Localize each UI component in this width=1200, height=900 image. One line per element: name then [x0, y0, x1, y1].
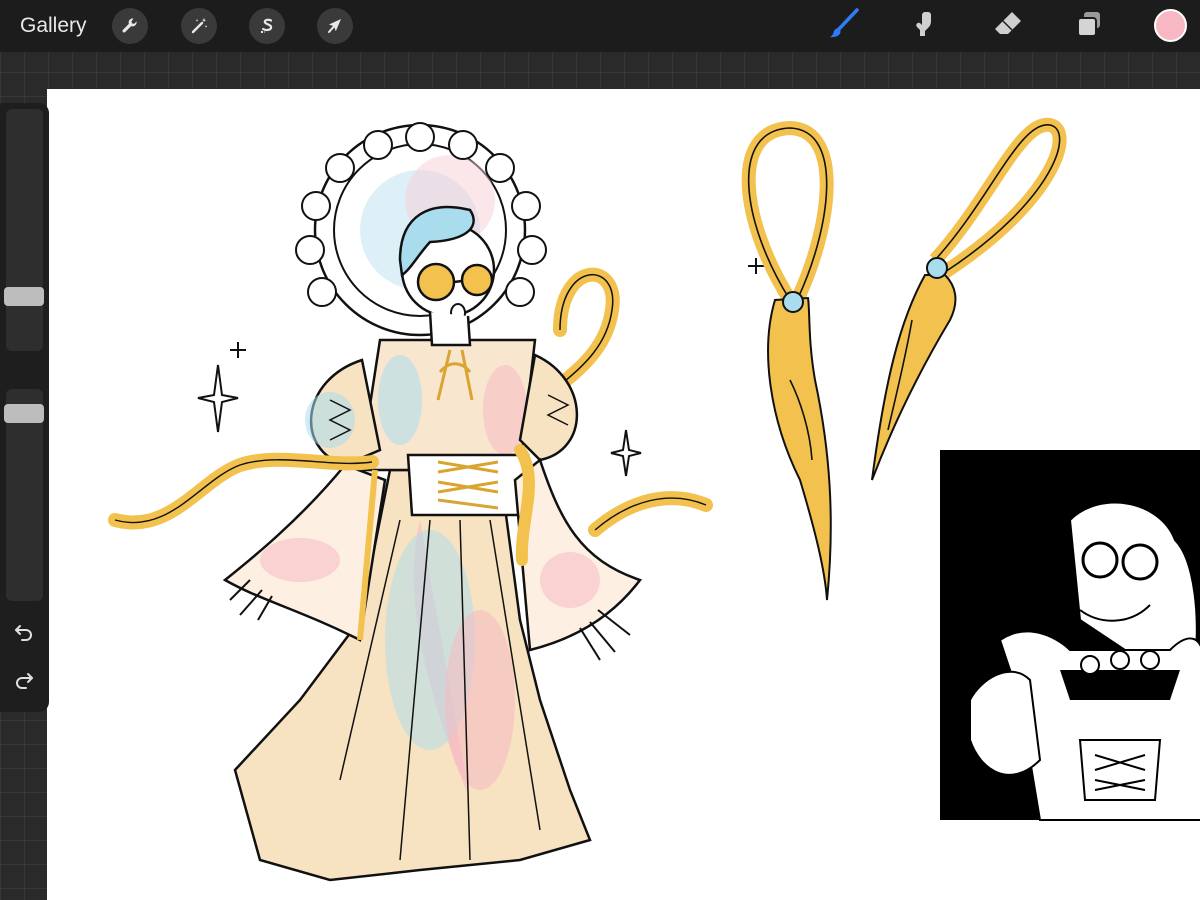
- smudge-icon: [908, 8, 940, 45]
- layers-icon: [1073, 8, 1105, 45]
- left-sidebar: [0, 103, 49, 712]
- actions-button[interactable]: [112, 8, 148, 44]
- drawing-canvas[interactable]: [47, 89, 1200, 900]
- top-toolbar: Gallery: [0, 0, 1200, 52]
- transform-button[interactable]: [317, 8, 353, 44]
- wrench-icon: [120, 16, 140, 36]
- redo-icon: [12, 673, 36, 697]
- procreate-app: Gallery: [0, 0, 1200, 900]
- smudge-tool-button[interactable]: [906, 8, 942, 44]
- brush-size-handle[interactable]: [4, 287, 44, 306]
- undo-button[interactable]: [12, 621, 36, 645]
- eraser-icon: [992, 8, 1024, 45]
- selection-button[interactable]: [249, 8, 285, 44]
- magic-wand-icon: [189, 16, 209, 36]
- layers-button[interactable]: [1071, 8, 1107, 44]
- brush-icon: [827, 7, 861, 46]
- brush-size-slider[interactable]: [6, 109, 43, 351]
- adjustments-button[interactable]: [181, 8, 217, 44]
- color-picker-button[interactable]: [1154, 9, 1187, 42]
- eraser-tool-button[interactable]: [990, 8, 1026, 44]
- gallery-button[interactable]: Gallery: [20, 12, 87, 40]
- undo-icon: [12, 625, 36, 649]
- inset-panel-drawing: [940, 450, 1200, 821]
- arrow-cursor-icon: [325, 16, 345, 36]
- opacity-handle[interactable]: [4, 404, 44, 423]
- scissors-drawing-right: [871, 117, 1067, 481]
- redo-button[interactable]: [12, 669, 36, 693]
- brush-tool-button[interactable]: [826, 7, 862, 46]
- selection-s-icon: [257, 16, 277, 36]
- scissors-drawing-left: [741, 120, 834, 601]
- figure-dress-drawing: [222, 205, 643, 882]
